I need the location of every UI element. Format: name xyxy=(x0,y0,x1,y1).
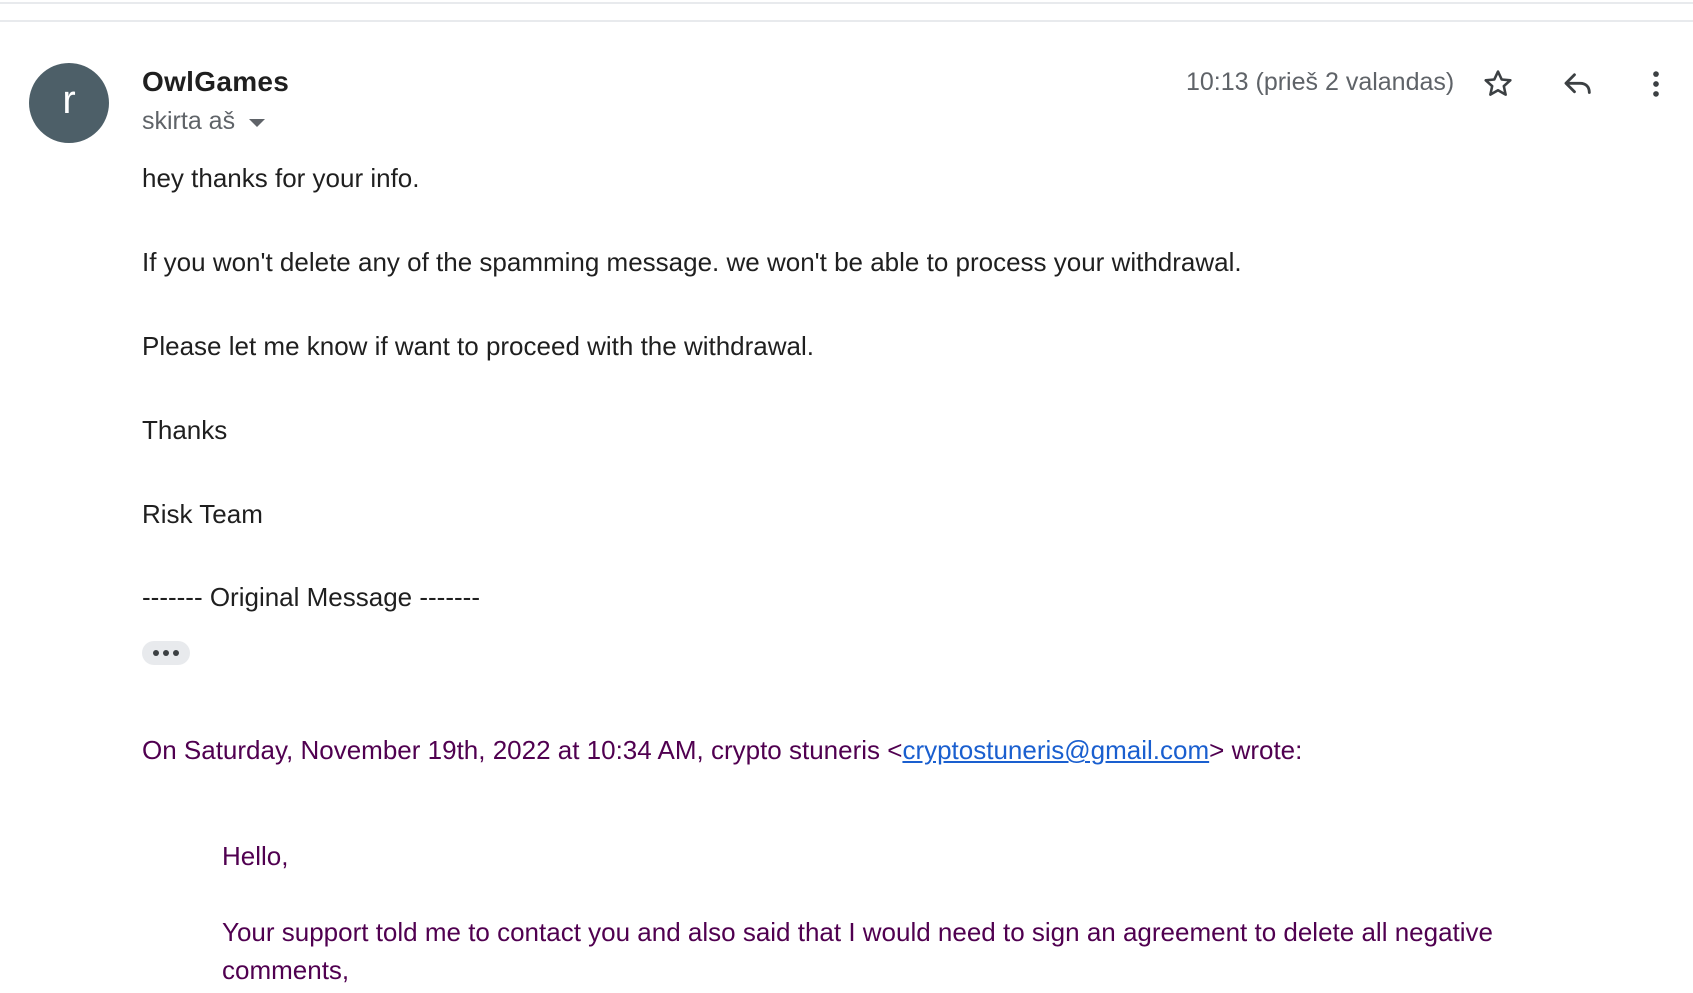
more-vertical-icon xyxy=(1653,71,1659,97)
ellipsis-dot xyxy=(153,650,159,656)
avatar[interactable]: r xyxy=(29,63,109,143)
star-outline-icon xyxy=(1484,70,1512,96)
message-line-request: Please let me know if want to proceed wi… xyxy=(142,331,815,361)
top-divider xyxy=(0,2,1693,4)
quoted-header: On Saturday, November 19th, 2022 at 10:3… xyxy=(142,735,1302,766)
more-options-button[interactable] xyxy=(1634,62,1678,106)
reply-button[interactable] xyxy=(1556,62,1600,106)
message-line-warning: If you won't delete any of the spamming … xyxy=(142,247,1242,277)
quoted-greeting: Hello, xyxy=(222,841,289,871)
show-trimmed-content-button[interactable] xyxy=(142,641,190,665)
avatar-letter: r xyxy=(62,78,76,122)
recipient-details-toggle[interactable]: skirta aš xyxy=(142,107,266,136)
recipient-label: skirta aš xyxy=(142,107,236,135)
quoted-header-prefix: On Saturday, November 19th, 2022 at 10:3… xyxy=(142,735,903,765)
original-message-separator: ------- Original Message ------- xyxy=(142,582,480,612)
ellipsis-dot xyxy=(173,650,179,656)
sender-name[interactable]: OwlGames xyxy=(142,66,289,98)
reply-icon xyxy=(1564,73,1591,94)
header-divider xyxy=(0,20,1693,22)
message-timestamp: 10:13 (prieš 2 valandas) xyxy=(1186,68,1455,96)
chevron-down-icon[interactable] xyxy=(249,119,266,127)
quoted-sender-email-link[interactable]: cryptostuneris@gmail.com xyxy=(902,735,1209,765)
ellipsis-dot xyxy=(163,650,169,656)
message-line-thanks: Thanks xyxy=(142,415,228,445)
quoted-body: Hello, Your support told me to contact y… xyxy=(222,837,1562,989)
quoted-paragraph: Your support told me to contact you and … xyxy=(222,917,1493,985)
star-button[interactable] xyxy=(1476,62,1520,106)
quoted-header-suffix: > wrote: xyxy=(1209,735,1303,765)
message-line-greeting: hey thanks for your info. xyxy=(142,163,420,193)
message-line-signature: Risk Team xyxy=(142,499,263,529)
